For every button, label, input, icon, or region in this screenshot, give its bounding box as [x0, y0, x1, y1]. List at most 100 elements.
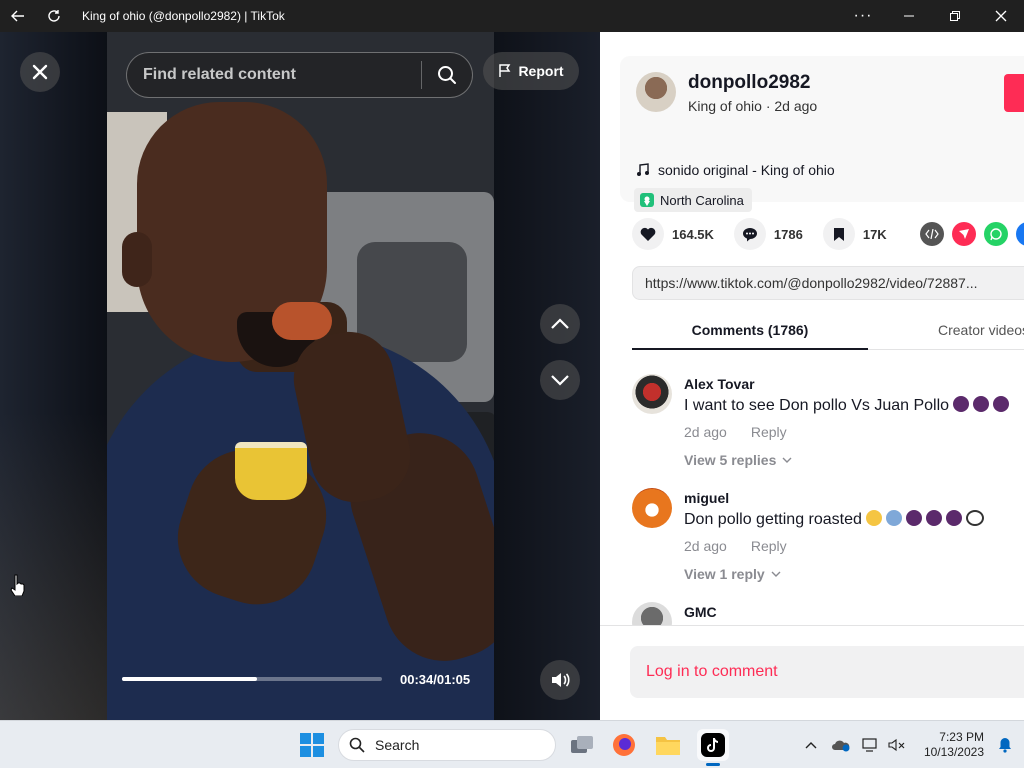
speaking-head-emoji-icon — [973, 396, 990, 412]
task-view-button[interactable] — [566, 729, 598, 761]
like-button[interactable]: 164.5K — [632, 218, 714, 250]
heart-icon — [632, 218, 664, 250]
comment-text: I want to see Don pollo Vs Juan Pollo — [684, 396, 1010, 415]
tab-creator-videos[interactable]: Creator videos — [938, 322, 1024, 338]
report-button[interactable]: Report — [483, 52, 579, 90]
volume-button[interactable] — [540, 660, 580, 700]
taskbar-clock[interactable]: 7:23 PM 10/13/2023 — [910, 730, 984, 760]
reply-button[interactable]: Reply — [751, 424, 787, 440]
tab-comments[interactable]: Comments (1786) — [632, 322, 868, 338]
video-progress-bar[interactable] — [122, 677, 382, 681]
clock-time: 7:23 PM — [939, 730, 984, 744]
music-info[interactable]: sonido original - King of ohio — [636, 162, 835, 178]
view-replies-button[interactable]: View 5 replies — [684, 452, 792, 468]
related-content-search[interactable]: Find related content — [126, 52, 473, 98]
minimize-button[interactable] — [886, 0, 932, 32]
arrow-left-icon — [11, 10, 24, 22]
commenter-avatar[interactable] — [632, 374, 672, 414]
onedrive-icon[interactable] — [824, 738, 858, 752]
commenter-name[interactable]: Alex Tovar — [684, 376, 755, 392]
report-label: Report — [518, 63, 564, 79]
music-title: sonido original - King of ohio — [658, 162, 835, 178]
more-options-button[interactable]: ··· — [840, 0, 886, 32]
close-window-button[interactable] — [978, 0, 1024, 32]
maximize-button[interactable] — [932, 0, 978, 32]
bookmark-icon — [822, 218, 855, 250]
active-app-indicator — [706, 763, 720, 766]
facebook-icon[interactable] — [1016, 222, 1024, 246]
notification-bell-icon[interactable] — [992, 737, 1018, 753]
video-frame[interactable] — [107, 32, 494, 720]
follow-button[interactable] — [1004, 74, 1024, 112]
commenter-avatar[interactable] — [632, 602, 672, 626]
share-options — [920, 222, 1024, 246]
commenter-name[interactable]: miguel — [684, 490, 729, 506]
food-item — [272, 302, 332, 340]
comments-tabs: Comments (1786) Creator videos — [632, 314, 1024, 350]
video-url[interactable]: https://www.tiktok.com/@donpollo2982/vid… — [645, 275, 978, 291]
author-username[interactable]: donpollo2982 — [688, 72, 810, 94]
restore-icon — [950, 11, 960, 21]
location-label: North Carolina — [660, 192, 744, 208]
details-panel: donpollo2982 King of ohio · 2d ago sonid… — [600, 32, 1024, 720]
author-avatar[interactable] — [636, 72, 676, 112]
comment-text: Don pollo getting roasted — [684, 510, 984, 529]
search-icon — [438, 66, 456, 84]
next-video-button[interactable] — [540, 360, 580, 400]
login-label: Log in to comment — [646, 663, 778, 680]
network-icon[interactable] — [858, 738, 884, 752]
taskbar-search[interactable]: Search — [338, 729, 556, 761]
tiktok-app-button[interactable] — [697, 729, 729, 761]
video-progress-fill — [122, 677, 258, 681]
commenter-avatar[interactable] — [632, 488, 672, 528]
mouse-cursor — [10, 574, 26, 601]
location-tag[interactable]: North Carolina — [634, 188, 752, 212]
folder-icon — [656, 737, 680, 755]
engagement-stats: 164.5K 1786 17K — [632, 218, 907, 250]
author-subtitle: King of ohio · 2d ago — [688, 98, 818, 114]
clock-date: 10/13/2023 — [923, 745, 984, 759]
previous-video-button[interactable] — [540, 304, 580, 344]
view-replies-label: View 5 replies — [684, 452, 777, 468]
reply-button[interactable]: Reply — [751, 538, 787, 554]
title-bar: King of ohio (@donpollo2982) | TikTok ··… — [0, 0, 1024, 32]
video-player[interactable]: Find related content Report 00:34/01:05 — [0, 32, 600, 720]
send-icon[interactable] — [952, 222, 976, 246]
view-replies-button[interactable]: View 1 reply — [684, 566, 781, 582]
search-button[interactable] — [422, 65, 472, 85]
login-to-comment-button[interactable]: Log in to comment — [630, 646, 1024, 698]
flag-icon — [499, 64, 511, 77]
video-time: 00:34/01:05 — [400, 672, 471, 687]
back-button[interactable] — [0, 0, 36, 32]
tiktok-icon — [701, 733, 725, 757]
video-background-shade — [0, 412, 110, 720]
video-url-field[interactable]: https://www.tiktok.com/@donpollo2982/vid… — [632, 266, 1024, 300]
taskbar: Search 7:23 PM 10/13/2023 — [0, 720, 1024, 768]
comment-bubble-icon — [733, 218, 766, 250]
close-icon — [32, 64, 48, 80]
search-input[interactable]: Find related content — [127, 66, 421, 84]
chevron-up-icon[interactable] — [798, 741, 824, 749]
like-count: 164.5K — [672, 226, 714, 242]
commenter-name[interactable]: GMC — [684, 604, 717, 620]
minimize-icon — [904, 15, 914, 17]
speaking-head-emoji-icon — [925, 510, 942, 526]
refresh-button[interactable] — [36, 0, 72, 32]
volume-muted-icon[interactable] — [884, 738, 910, 752]
chevron-down-icon — [551, 375, 569, 386]
firefox-button[interactable] — [608, 729, 640, 761]
author-card: donpollo2982 King of ohio · 2d ago sonid… — [620, 56, 1024, 212]
comment-button[interactable]: 1786 — [733, 218, 803, 250]
start-button[interactable] — [300, 733, 324, 762]
file-explorer-button[interactable] — [652, 729, 684, 761]
close-video-button[interactable] — [20, 52, 60, 92]
comment-count: 1786 — [773, 226, 803, 242]
sauce-cup — [235, 442, 307, 500]
refresh-icon — [48, 10, 60, 22]
whatsapp-icon[interactable] — [984, 222, 1008, 246]
music-note-icon — [637, 163, 649, 176]
save-button[interactable]: 17K — [822, 218, 887, 250]
firefox-icon — [613, 734, 635, 756]
ellipsis-icon: ··· — [853, 7, 873, 24]
embed-icon[interactable] — [920, 222, 944, 246]
